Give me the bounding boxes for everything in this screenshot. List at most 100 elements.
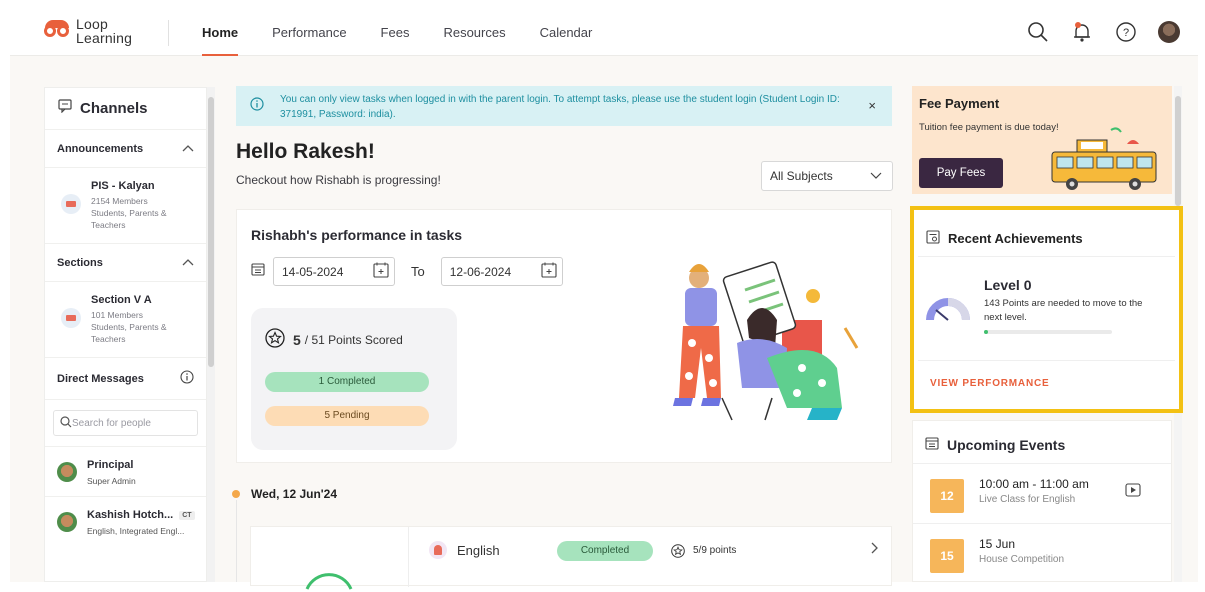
date-picker-icon[interactable] [372, 261, 390, 282]
main-nav: Home Performance Fees Resources Calendar [202, 10, 626, 56]
level-progress-bar [984, 330, 1112, 334]
nav-calendar[interactable]: Calendar [540, 10, 593, 56]
view-performance-link[interactable]: VIEW PERFORMANCE [930, 378, 1049, 389]
progress-ring [305, 573, 353, 590]
task-status-badge: Completed [557, 541, 653, 561]
channels-scrollbar[interactable] [207, 87, 215, 582]
notification-bell-icon[interactable] [1070, 20, 1094, 44]
search-icon[interactable] [1026, 20, 1050, 44]
avatar [57, 462, 77, 482]
event-day-badge: 15 [930, 539, 964, 573]
fee-payment-card: Fee Payment Tuition fee payment is due t… [912, 86, 1172, 194]
to-label: To [411, 264, 425, 279]
timeline-date: Wed, 12 Jun'24 [251, 487, 337, 501]
channel-item[interactable]: PIS - Kalyan 2154 Members Students, Pare… [45, 168, 206, 244]
events-title: Upcoming Events [947, 436, 1066, 453]
logo-text-line1: Loop [76, 16, 108, 32]
people-search-input[interactable]: Search for people [53, 410, 198, 436]
announcements-header[interactable]: Announcements [45, 130, 206, 168]
calendar-icon [251, 262, 265, 281]
nav-performance[interactable]: Performance [272, 10, 346, 56]
dm-item[interactable]: Principal Super Admin [45, 446, 206, 496]
avatar [57, 512, 77, 532]
completed-badge: 1 Completed [265, 372, 429, 392]
nav-home[interactable]: Home [202, 10, 239, 56]
event-day-badge: 12 [930, 479, 964, 513]
level-progress-fill [984, 330, 988, 334]
search-placeholder: Search for people [72, 417, 151, 429]
level-label: Level 0 [984, 277, 1032, 293]
group-avatar [61, 308, 81, 328]
timeline-line [236, 500, 237, 582]
chevron-down-icon [870, 162, 882, 190]
star-badge-icon [671, 544, 685, 558]
nav-divider [168, 20, 169, 46]
fee-description: Tuition fee payment is due today! [919, 122, 1059, 133]
chevron-up-icon[interactable] [182, 257, 194, 269]
level-gauge-icon [926, 298, 970, 321]
task-subject: English [457, 542, 500, 558]
from-date-input[interactable]: 14-05-2024 [273, 257, 395, 286]
top-nav: Loop Learning Home Performance Fees Reso… [10, 10, 1198, 56]
trophy-certificate-icon [926, 230, 940, 247]
date-picker-icon[interactable] [540, 261, 558, 282]
event-description: Live Class for English [979, 494, 1076, 505]
group-avatar [61, 194, 81, 214]
nav-resources[interactable]: Resources [443, 10, 505, 56]
points-scored: 5 [293, 331, 301, 348]
event-item[interactable]: 15 15 Jun House Competition [913, 525, 1173, 585]
to-date-input[interactable]: 12-06-2024 [440, 257, 563, 286]
event-description: House Competition [979, 554, 1065, 565]
task-card[interactable]: English Completed 5/9 points [250, 526, 892, 590]
greeting-title: Hello Rakesh! [236, 140, 375, 163]
recent-achievements-card: Recent Achievements Level 0 143 Points a… [910, 206, 1183, 413]
achievements-title: Recent Achievements [948, 231, 1083, 246]
subject-icon [429, 541, 447, 559]
timeline-dot [232, 490, 240, 498]
channels-title: Channels [80, 100, 148, 117]
channel-item[interactable]: Section V A 101 Members Students, Parent… [45, 282, 206, 358]
task-points: 5/9 points [693, 545, 737, 556]
direct-messages-header: Direct Messages [45, 358, 206, 400]
chevron-right-icon[interactable] [871, 541, 879, 557]
channels-panel: Channels Announcements PIS - Kalyan 2154… [44, 87, 207, 582]
event-time: 15 Jun [979, 537, 1016, 551]
dm-item[interactable]: Kashish Hotch... CT English, Integrated E… [45, 496, 206, 546]
points-total: / 51 Points Scored [304, 332, 403, 347]
students-illustration [673, 261, 859, 421]
info-banner: You can only view tasks when logged in w… [236, 86, 892, 126]
greeting-subtitle: Checkout how Rishabh is progressing! [236, 173, 441, 187]
score-summary: 5 / 51 Points Scored 1 Completed 5 Pendi… [251, 308, 457, 450]
video-play-icon[interactable] [1125, 483, 1141, 502]
nav-fees[interactable]: Fees [381, 10, 410, 56]
info-icon [250, 97, 264, 116]
chat-icon [58, 99, 72, 118]
logo[interactable]: Loop Learning [44, 17, 132, 45]
performance-title: Rishabh's performance in tasks [251, 227, 463, 243]
star-badge-icon [265, 328, 285, 351]
subject-filter-select[interactable]: All Subjects [761, 161, 893, 191]
school-bus-illustration [1051, 127, 1157, 190]
event-item[interactable]: 12 10:00 am - 11:00 am Live Class for En… [913, 465, 1173, 525]
search-icon [60, 415, 72, 431]
event-time: 10:00 am - 11:00 am [979, 477, 1089, 491]
sections-header[interactable]: Sections [45, 244, 206, 282]
chevron-up-icon[interactable] [182, 143, 194, 155]
task-progress-area [251, 527, 409, 590]
logo-text-line2: Learning [76, 30, 133, 46]
calendar-icon [925, 436, 939, 453]
help-icon[interactable]: ? [1114, 20, 1138, 44]
user-avatar[interactable] [1158, 21, 1180, 43]
fee-title: Fee Payment [919, 96, 1000, 111]
role-tag: CT [179, 510, 195, 520]
close-icon[interactable]: × [868, 98, 876, 113]
owl-logo-icon [44, 20, 72, 42]
pending-badge: 5 Pending [265, 406, 429, 426]
performance-card: Rishabh's performance in tasks 14-05-202… [236, 209, 892, 463]
pay-fees-button[interactable]: Pay Fees [919, 158, 1003, 188]
info-icon[interactable] [180, 370, 194, 387]
svg-text:?: ? [1123, 27, 1129, 39]
level-description: 143 Points are needed to move to the nex… [984, 298, 1143, 323]
upcoming-events-card: Upcoming Events 12 10:00 am - 11:00 am L… [912, 420, 1172, 582]
banner-message: You can only view tasks when logged in w… [280, 94, 840, 120]
